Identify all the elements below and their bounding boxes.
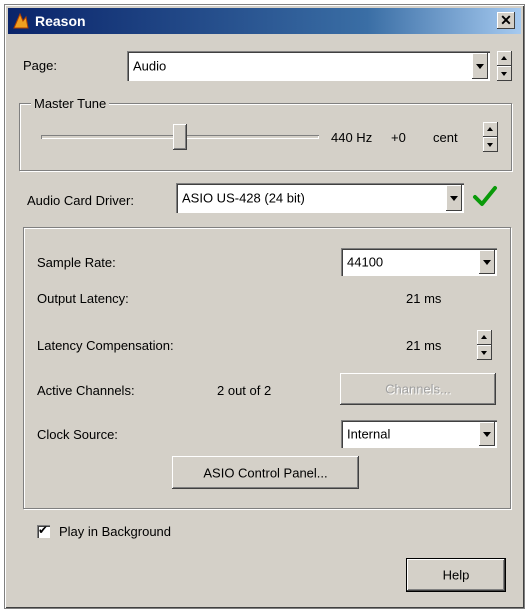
sample-rate-dropdown[interactable]: 44100 bbox=[341, 248, 497, 276]
master-tune-slider-thumb[interactable] bbox=[173, 124, 187, 150]
page-dropdown[interactable]: Audio bbox=[127, 51, 490, 81]
help-button[interactable]: Help bbox=[406, 558, 506, 592]
latency-compensation-value: 21 ms bbox=[406, 338, 442, 353]
master-tune-value: 440 Hz bbox=[331, 130, 373, 145]
page-label: Page: bbox=[23, 58, 57, 73]
latency-compensation-label: Latency Compensation: bbox=[37, 338, 174, 353]
active-channels-value: 2 out of 2 bbox=[217, 383, 272, 398]
chevron-down-icon[interactable] bbox=[446, 185, 462, 211]
spin-down-icon[interactable] bbox=[477, 345, 492, 360]
checkmark-icon: ✔ bbox=[38, 523, 49, 537]
spin-up-icon[interactable] bbox=[483, 122, 498, 137]
close-icon: ✕ bbox=[500, 12, 512, 28]
window-title: Reason bbox=[35, 13, 86, 29]
channels-button[interactable]: Channels... bbox=[340, 373, 496, 405]
master-tune-unit: cent bbox=[433, 130, 458, 145]
master-tune-offset: +0 bbox=[391, 130, 406, 145]
audio-card-driver-value: ASIO US-428 (24 bit) bbox=[182, 190, 305, 206]
spin-down-icon[interactable] bbox=[483, 137, 498, 152]
spin-up-icon[interactable] bbox=[477, 330, 492, 345]
clock-source-value: Internal bbox=[347, 426, 391, 442]
reason-logo-icon bbox=[13, 12, 29, 29]
spin-down-icon[interactable] bbox=[497, 66, 512, 81]
clock-source-dropdown[interactable]: Internal bbox=[341, 420, 497, 448]
clock-source-label: Clock Source: bbox=[37, 427, 118, 442]
play-in-background-label[interactable]: Play in Background bbox=[59, 524, 171, 539]
chevron-down-icon[interactable] bbox=[479, 250, 495, 274]
sample-rate-value: 44100 bbox=[347, 254, 384, 270]
spin-up-icon[interactable] bbox=[497, 51, 512, 66]
check-icon bbox=[473, 186, 497, 206]
page-spinner[interactable] bbox=[497, 51, 512, 81]
chevron-down-icon[interactable] bbox=[472, 53, 488, 79]
active-channels-label: Active Channels: bbox=[37, 383, 135, 398]
output-latency-value: 21 ms bbox=[406, 291, 442, 306]
page-value: Audio bbox=[133, 58, 167, 74]
asio-control-panel-button[interactable]: ASIO Control Panel... bbox=[172, 456, 359, 489]
sample-rate-label: Sample Rate: bbox=[37, 255, 116, 270]
audio-card-driver-label: Audio Card Driver: bbox=[27, 193, 134, 208]
master-tune-label: Master Tune bbox=[31, 96, 110, 111]
help-button-label: Help bbox=[442, 567, 470, 583]
asio-control-panel-label: ASIO Control Panel... bbox=[203, 465, 328, 480]
title-bar[interactable]: Reason ✕ bbox=[8, 8, 521, 34]
channels-button-label: Channels... bbox=[385, 381, 451, 397]
output-latency-label: Output Latency: bbox=[37, 291, 129, 306]
latency-compensation-spinner[interactable] bbox=[477, 330, 492, 360]
play-in-background-checkbox[interactable]: ✔ bbox=[37, 523, 50, 538]
reason-preferences-window: Reason ✕ Page: Audio Master Tune 440 Hz … bbox=[4, 4, 525, 609]
audio-card-driver-dropdown[interactable]: ASIO US-428 (24 bit) bbox=[176, 183, 464, 213]
master-tune-spinner[interactable] bbox=[483, 122, 498, 152]
close-button[interactable]: ✕ bbox=[497, 12, 515, 29]
chevron-down-icon[interactable] bbox=[479, 422, 495, 446]
